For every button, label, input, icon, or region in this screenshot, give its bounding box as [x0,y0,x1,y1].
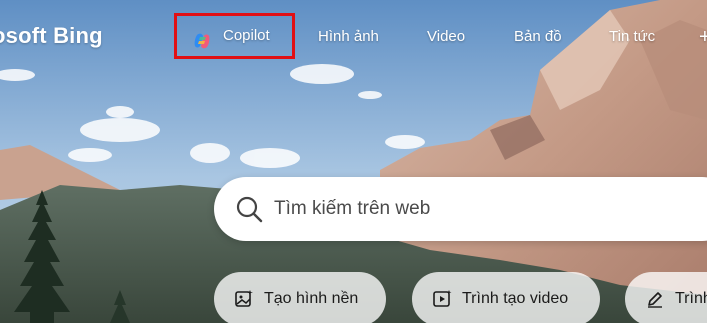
pen-icon [648,292,662,308]
search-input[interactable] [274,198,674,220]
top-navigation: Copilot Hình ảnh Video Bản đồ Tin tức + [0,0,707,72]
search-box[interactable] [214,177,707,241]
chip-create-wallpaper[interactable]: Tạo hình nền [214,272,386,323]
nav-images[interactable]: Hình ảnh [318,18,379,56]
nav-maps[interactable]: Bản đồ [514,18,562,56]
nav-news[interactable]: Tin tức [609,18,655,56]
search-icon[interactable] [234,194,264,224]
image-create-icon [235,290,253,307]
bing-homepage: osoft Bing Copilot Hình ảnh Video Bản đồ… [0,0,707,323]
chip-video-creator[interactable]: Trình tạo video [412,272,600,323]
chip-video-creator-label: Trình tạo video [462,290,569,307]
nav-video[interactable]: Video [427,18,465,56]
chip-writer-label: Trình [675,290,707,307]
chip-create-wallpaper-label: Tạo hình nền [264,290,359,307]
chip-writer[interactable]: Trình [625,272,707,323]
video-create-icon [433,290,452,307]
nav-copilot-label: Copilot [223,27,270,44]
copilot-icon [193,27,211,49]
nav-copilot[interactable]: Copilot [174,13,295,59]
nav-more-button[interactable]: + [699,18,707,56]
